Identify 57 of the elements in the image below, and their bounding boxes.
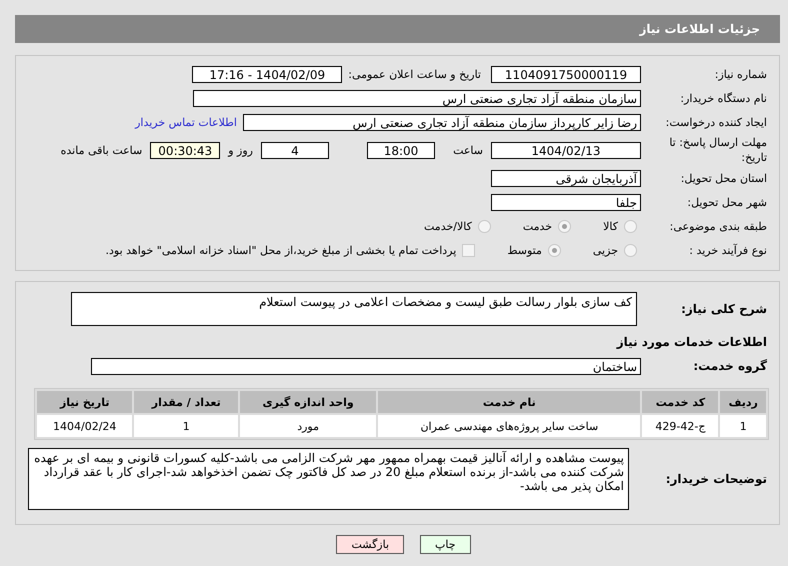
buyer-notes-box: پیوست مشاهده و ارائه آنالیز قیمت بهمراه ممهور مهر شرکت الزامی می باشد-کلیه کسورات قانونی و بیمه ای بر عهده شرکت کننده می باشد-از برنده استعلام مبلغ 20 در صد کل فاکتور چک تضمن اخذخواهد شد-اجرای کار با عقد قرارداد امکان پذیر می باشد- <box>28 448 629 510</box>
field-label: شهر محل تحویل: <box>686 196 767 208</box>
column-header: تعداد / مقدار <box>134 391 238 413</box>
option-label: جزیی <box>592 244 618 256</box>
time-label: ساعت <box>452 144 483 156</box>
radio-button[interactable] <box>624 244 637 256</box>
city-field: جلفا <box>491 194 641 210</box>
field-label: استان محل تحویل: <box>680 172 767 184</box>
field-label: شماره نیاز: <box>714 68 767 80</box>
option-label: کالا <box>603 220 618 232</box>
column-header: واحد اندازه گیری <box>240 391 376 413</box>
announce-date-field: 1404/02/09 - 17:16 <box>192 66 342 82</box>
field-label: گروه خدمت: <box>692 359 767 373</box>
description-box: کف سازی بلوار رسالت طبق لیست و مضخصات اعلامی در پیوست استعلام <box>71 292 637 326</box>
column-header: تاریخ نیاز <box>37 391 132 413</box>
field-label: طبقه بندی موضوعی: <box>668 220 767 232</box>
page-title: جزئیات اطلاعات نیاز <box>639 22 760 36</box>
field-label: شرح کلی نیاز: <box>680 302 767 316</box>
buyer-contact-link[interactable]: اطلاعات تماس خریدار <box>135 116 237 128</box>
service-group-field: ساختمان <box>91 358 641 374</box>
radio-button[interactable] <box>478 220 491 232</box>
need-number-field: 1104091750000119 <box>491 66 641 82</box>
action-button[interactable]: چاپ <box>420 535 471 554</box>
column-header: ردیف <box>720 391 766 413</box>
field-label: توضیحات خریدار: <box>664 472 767 486</box>
table-cell: مورد <box>240 415 376 437</box>
table-cell: 1 <box>720 415 766 437</box>
table-cell: 1 <box>134 415 238 437</box>
action-button[interactable]: بازگشت <box>336 535 404 554</box>
deadline-time-field: 18:00 <box>367 142 435 158</box>
radio-button[interactable] <box>558 220 572 232</box>
option-label: خدمت <box>522 220 552 232</box>
radio-button[interactable] <box>548 244 561 256</box>
deadline-date-field: 1404/02/13 <box>491 142 641 158</box>
days-field: 4 <box>261 142 329 158</box>
buyer-name-field: سازمان منطقه آزاد تجاری صنعتی ارس <box>193 90 641 106</box>
field-label: تاریخ و ساعت اعلان عمومی: <box>348 68 481 80</box>
table-cell: 1404/02/24 <box>37 415 132 437</box>
section-heading: اطلاعات خدمات مورد نیاز <box>616 334 767 351</box>
remaining-time-field: 00:30:43 <box>150 142 220 158</box>
option-label: متوسط <box>507 244 542 256</box>
requester-field: رضا زایر کارپرداز سازمان منطقه آزاد تجاری صنعتی ارس <box>243 114 641 130</box>
remaining-label: ساعت باقی مانده <box>60 144 142 156</box>
radio-button[interactable] <box>624 220 637 232</box>
province-field: آذربایجان شرقی <box>491 170 641 186</box>
days-label: روز و <box>228 144 253 156</box>
option-label: کالا/خدمت <box>424 220 472 232</box>
field-label: نام دستگاه خریدار: <box>679 92 767 104</box>
table-cell: ساخت سایر پروژه‌های مهندسی عمران <box>378 415 640 437</box>
field-label: مهلت ارسال پاسخ: تا تاریخ: <box>668 135 767 165</box>
payment-note: پرداخت تمام یا بخشی از مبلغ خرید،از محل "اسناد خزانه اسلامی" خواهد بود. <box>106 244 456 256</box>
column-header: کد خدمت <box>642 391 718 413</box>
field-label: نوع فرآیند خرید : <box>688 244 767 256</box>
field-label: ایجاد کننده درخواست: <box>664 116 767 128</box>
column-header: نام خدمت <box>378 391 640 413</box>
checkbox[interactable] <box>462 244 476 256</box>
table-cell: ج-42-429 <box>642 415 718 437</box>
